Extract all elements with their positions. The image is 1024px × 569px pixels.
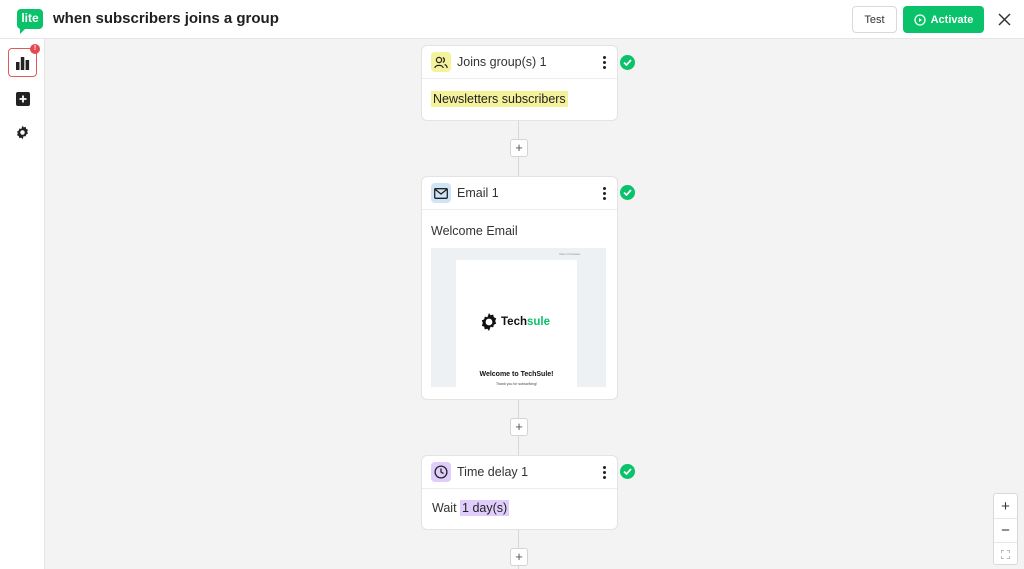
workflow-title[interactable]: when subscribers joins a group (53, 10, 279, 27)
wait-label: Wait (432, 501, 457, 515)
group-tag: Newsletters subscribers (431, 91, 568, 107)
kebab-menu-icon[interactable] (602, 56, 606, 69)
brand-tech: Tech (501, 316, 527, 328)
email-step-header: Email 1 (422, 177, 617, 210)
brand-sule: sule (527, 316, 551, 328)
email-preview-sheet: Tech sule Welcome to TechSule! Thank you … (456, 260, 577, 387)
trigger-step-header: Joins group(s) 1 (422, 46, 617, 79)
zoom-controls: + − (993, 493, 1018, 565)
envelope-icon (431, 183, 451, 203)
mailerlite-logo[interactable]: lite (17, 9, 43, 34)
add-square-icon (15, 91, 30, 106)
gear-logo-icon (481, 313, 497, 331)
email-step-title: Email 1 (457, 186, 499, 200)
settings-button[interactable] (8, 118, 37, 147)
stats-button[interactable]: ! (8, 44, 40, 77)
activate-button[interactable]: Activate (903, 6, 984, 33)
group-icon (431, 52, 451, 72)
email-preview-thumbnail[interactable]: View in browser Tech sule Welcome to Tech… (431, 248, 606, 387)
zoom-out-button[interactable]: − (994, 518, 1017, 542)
techsule-logo: Tech sule (479, 312, 550, 332)
delay-step-title: Time delay 1 (457, 465, 529, 479)
kebab-menu-icon[interactable] (602, 187, 606, 200)
delay-step-card[interactable]: Time delay 1 Wait 1 day(s) (421, 455, 618, 530)
clock-icon (431, 462, 451, 482)
delay-step-header: Time delay 1 (422, 456, 617, 489)
fit-view-button[interactable] (994, 542, 1017, 566)
add-step-plus-button[interactable]: + (510, 139, 528, 157)
play-circle-icon (913, 13, 926, 26)
left-sidebar: ! (0, 39, 45, 569)
close-icon (997, 12, 1011, 26)
add-step-button[interactable] (8, 84, 37, 113)
close-button[interactable] (994, 9, 1014, 29)
check-circle-icon (620, 464, 635, 479)
preview-headline: Welcome to TechSule! (479, 371, 554, 378)
add-step-plus-button[interactable]: + (510, 418, 528, 436)
fit-view-icon (1001, 550, 1010, 559)
add-step-plus-button[interactable]: + (510, 548, 528, 566)
activate-label: Activate (930, 13, 974, 26)
email-step-card[interactable]: Email 1 Welcome Email View in browser Te… (421, 176, 618, 400)
gear-icon (17, 125, 28, 140)
check-circle-icon (620, 55, 635, 70)
trigger-step-card[interactable]: Joins group(s) 1 Newsletters subscribers (421, 45, 618, 121)
bar-chart-icon (16, 56, 30, 70)
email-subject: Welcome Email (431, 224, 518, 238)
preview-subtext: Thank you for subscribing! (495, 382, 538, 386)
check-circle-icon (620, 185, 635, 200)
top-bar: lite when subscribers joins a group Test… (0, 0, 1024, 39)
alert-badge: ! (30, 44, 40, 54)
kebab-menu-icon[interactable] (602, 466, 606, 479)
delay-duration-tag: 1 day(s) (460, 500, 510, 516)
trigger-step-title: Joins group(s) 1 (457, 55, 547, 69)
zoom-in-button[interactable]: + (994, 494, 1017, 518)
test-button[interactable]: Test (852, 6, 897, 33)
preview-browser-link: View in browser (559, 252, 581, 256)
